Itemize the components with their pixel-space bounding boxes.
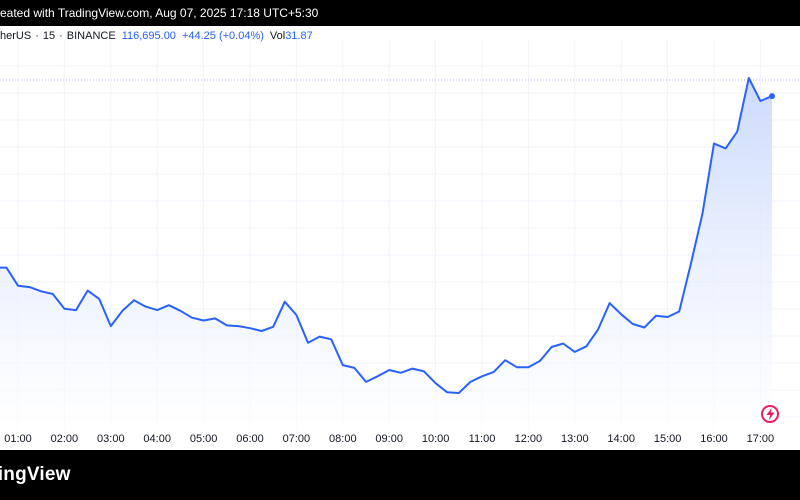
time-tick-label: 14:00 <box>607 433 635 445</box>
time-tick-label: 17:00 <box>747 433 775 445</box>
time-tick-label: 11:00 <box>469 433 496 445</box>
volume-label: Vol <box>269 30 286 42</box>
time-tick-label: 06:00 <box>236 433 264 445</box>
last-price-dot <box>769 93 775 100</box>
price-chart[interactable]: 01:00 02:00 03:00 04:00 05:00 06:00 07:00 08:00… <box>0 0 800 500</box>
time-tick-label: 10:00 <box>422 433 450 445</box>
time-tick-label: 04:00 <box>143 433 171 445</box>
symbol-legend: herUS · 15 · BINANCE 116,695.00 +44.25 (… <box>0 30 313 42</box>
time-axis: 01:00 02:00 03:00 04:00 05:00 06:00 07:00 08:00… <box>4 433 775 445</box>
lightning-bolt-icon[interactable] <box>761 405 779 423</box>
time-tick-label: 03:00 <box>97 433 125 445</box>
time-tick-label: 07:00 <box>283 433 311 445</box>
exchange-label: BINANCE <box>66 30 116 42</box>
branding-bar: dingView <box>0 450 800 500</box>
last-price: 116,695.00 <box>121 30 176 42</box>
time-tick-label: 15:00 <box>654 433 682 445</box>
time-tick-label: 01:00 <box>4 433 32 445</box>
interval-label: 15 <box>42 30 56 42</box>
price-change: +44.25 (+0.04%) <box>181 30 264 42</box>
tradingview-logo-text: dingView <box>0 464 71 485</box>
time-tick-label: 13:00 <box>561 433 589 445</box>
time-tick-label: 09:00 <box>375 433 403 445</box>
time-tick-label: 12:00 <box>515 433 543 445</box>
volume-value: 31.87 <box>285 30 313 42</box>
time-tick-label: 08:00 <box>329 433 357 445</box>
time-tick-label: 05:00 <box>190 433 218 445</box>
symbol-name[interactable]: herUS <box>0 30 31 42</box>
price-area-fill <box>0 78 772 428</box>
time-tick-label: 02:00 <box>51 433 79 445</box>
time-tick-label: 16:00 <box>700 433 728 445</box>
